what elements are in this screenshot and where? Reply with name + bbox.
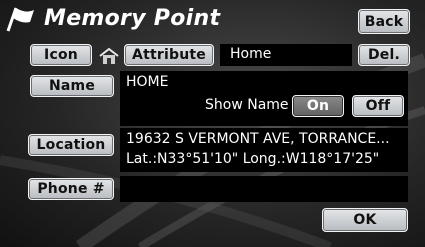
attribute-value: Home: [230, 46, 272, 62]
flag-icon: [6, 7, 34, 32]
ok-button[interactable]: OK: [322, 208, 408, 232]
show-name-off-button[interactable]: Off: [352, 95, 404, 117]
phone-display: [120, 176, 408, 202]
phone-button[interactable]: Phone #: [28, 178, 114, 200]
show-name-on-button[interactable]: On: [292, 95, 344, 117]
name-button[interactable]: Name: [30, 75, 114, 97]
attribute-button[interactable]: Attribute: [124, 44, 214, 66]
page-title: Memory Point: [44, 6, 221, 31]
home-icon: [99, 47, 119, 64]
address-value: 19632 S VERMONT AVE, TORRANCE...: [126, 131, 390, 147]
show-name-label: Show Name: [205, 97, 289, 113]
back-button[interactable]: Back: [358, 9, 410, 34]
coordinates-value: Lat.:N33°51'10" Long.:W118°17'25": [126, 151, 380, 167]
memory-point-screen: Memory Point Back Icon Attribute Home De…: [0, 0, 425, 247]
icon-button[interactable]: Icon: [30, 44, 92, 66]
delete-button[interactable]: Del.: [358, 44, 410, 66]
name-value: HOME: [126, 74, 169, 90]
location-button[interactable]: Location: [28, 134, 114, 156]
